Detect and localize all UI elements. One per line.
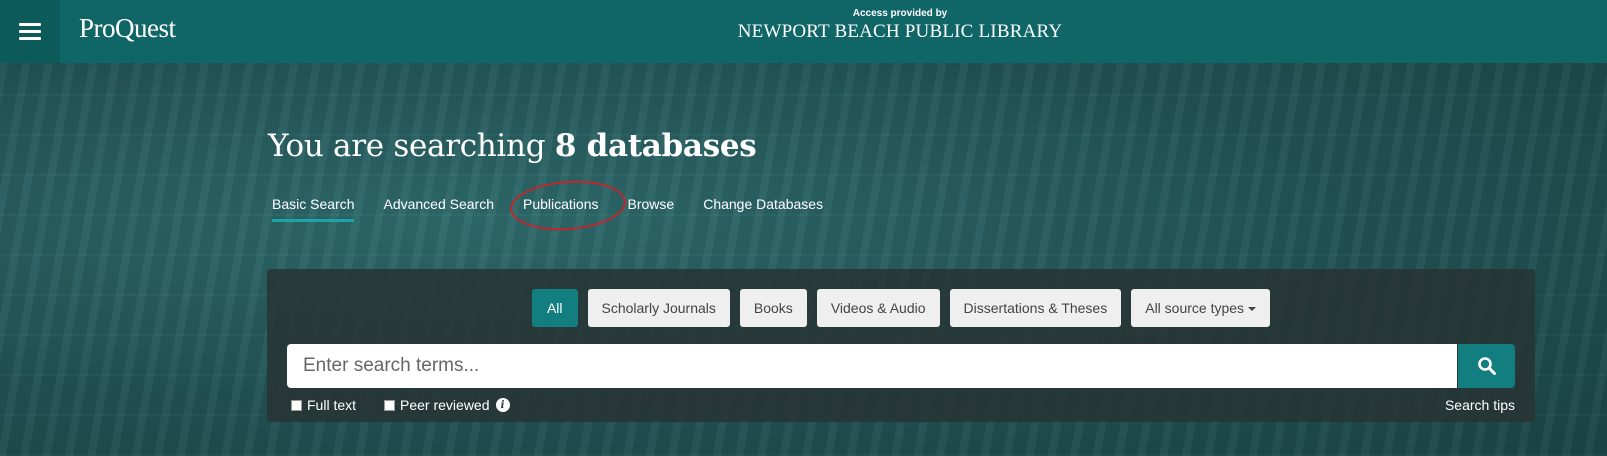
search-panel: All Scholarly Journals Books Videos & Au… — [267, 269, 1535, 422]
full-text-option[interactable]: Full text — [291, 397, 356, 413]
proquest-logo[interactable]: ProQuest — [79, 13, 176, 44]
tab-change-databases[interactable]: Change Databases — [703, 196, 823, 222]
source-type-dissertations-theses[interactable]: Dissertations & Theses — [949, 289, 1122, 327]
full-text-checkbox[interactable] — [291, 399, 302, 411]
search-tips-link[interactable]: Search tips — [1445, 397, 1515, 413]
tab-publications[interactable]: Publications — [508, 177, 628, 234]
title-prefix: You are searching — [268, 128, 546, 164]
info-icon[interactable]: i — [495, 398, 510, 412]
peer-reviewed-label: Peer reviewed — [400, 397, 490, 413]
source-type-books[interactable]: Books — [739, 289, 807, 327]
search-options: Full text Peer reviewed i — [291, 397, 538, 413]
source-type-dropdown[interactable]: All source types — [1131, 289, 1271, 327]
search-button[interactable] — [1458, 344, 1515, 388]
source-type-videos-audio[interactable]: Videos & Audio — [816, 289, 940, 327]
source-type-scholarly-journals[interactable]: Scholarly Journals — [587, 289, 730, 327]
library-name: NEWPORT BEACH PUBLIC LIBRARY — [737, 21, 1063, 42]
hamburger-icon — [19, 22, 41, 41]
page-title: You are searching 8 databases — [268, 128, 757, 164]
peer-reviewed-checkbox[interactable] — [384, 399, 396, 411]
full-text-label: Full text — [307, 397, 357, 413]
caret-down-icon — [1248, 307, 1257, 312]
search-tabs: Basic Search Advanced Search Publication… — [272, 177, 852, 234]
top-bar: ProQuest Access provided by NEWPORT BEAC… — [0, 0, 1607, 63]
peer-reviewed-option[interactable]: Peer reviewed i — [384, 397, 510, 413]
source-type-all[interactable]: All — [531, 289, 578, 327]
tab-basic-search[interactable]: Basic Search — [272, 196, 355, 222]
search-icon — [1477, 357, 1496, 375]
access-label: Access provided by — [852, 8, 948, 19]
hamburger-menu-button[interactable] — [0, 0, 60, 63]
source-type-filters: All Scholarly Journals Books Videos & Au… — [267, 289, 1535, 327]
tab-publications-label: Publications — [523, 196, 599, 212]
tab-advanced-search[interactable]: Advanced Search — [383, 196, 494, 222]
tab-browse[interactable]: Browse — [628, 196, 675, 222]
access-provider: Access provided by NEWPORT BEACH PUBLIC … — [700, 8, 1100, 44]
source-type-dropdown-label: All source types — [1145, 300, 1245, 316]
database-count: 8 databases — [554, 128, 757, 164]
search-input[interactable] — [287, 344, 1457, 388]
